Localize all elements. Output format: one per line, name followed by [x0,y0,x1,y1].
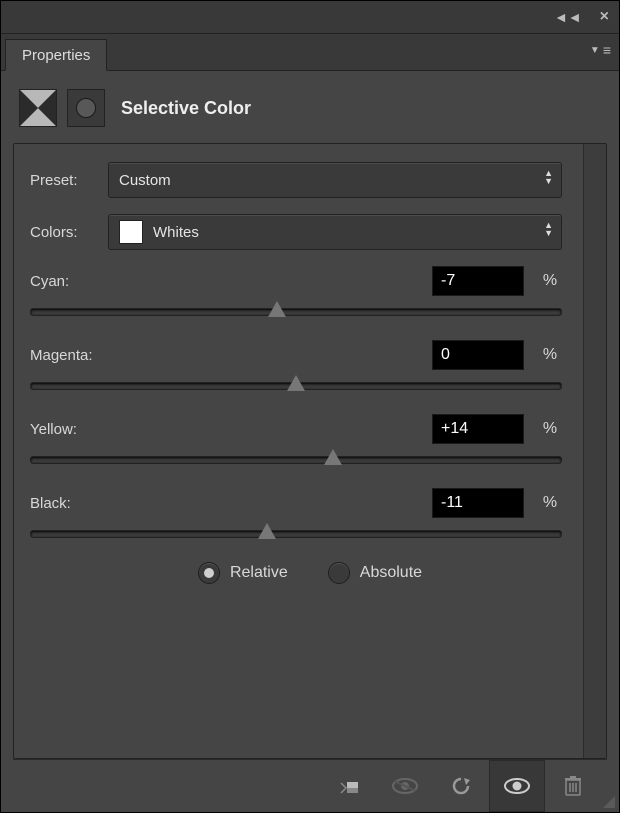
absolute-label: Absolute [360,564,422,582]
cyan-unit: % [538,272,562,290]
yellow-unit: % [538,420,562,438]
magenta-unit: % [538,346,562,364]
tab-bar: Properties ▼≡ [1,34,619,71]
magenta-thumb[interactable] [287,375,305,391]
selective-color-icon [19,89,57,127]
cyan-input[interactable] [432,266,524,296]
cyan-thumb[interactable] [268,301,286,317]
delete-button[interactable] [545,760,601,812]
adjustment-title: Selective Color [121,98,251,119]
layer-mask-icon[interactable] [67,89,105,127]
reset-button[interactable] [433,760,489,812]
updown-icon: ▲▼ [544,221,553,237]
colors-select[interactable]: Whites ▲▼ [108,214,562,250]
black-input[interactable] [432,488,524,518]
magenta-slider[interactable] [30,378,562,392]
close-icon[interactable]: × [600,8,609,26]
black-slider[interactable] [30,526,562,540]
colors-value: Whites [153,224,199,241]
updown-icon: ▲▼ [544,169,553,185]
preset-value: Custom [119,172,171,189]
toggle-visibility-button[interactable] [489,760,545,812]
preset-label: Preset: [30,172,108,189]
properties-panel: ◄◄ × Properties ▼≡ Selective Color [0,0,620,813]
mode-radio-group: Relative Absolute [14,562,606,584]
radio-checked-icon [204,568,214,578]
colors-label: Colors: [30,224,108,241]
collapse-icon[interactable]: ◄◄ [554,9,582,25]
colors-swatch [119,220,143,244]
magenta-input[interactable] [432,340,524,370]
adjustment-title-row: Selective Color [13,85,607,143]
yellow-input[interactable] [432,414,524,444]
relative-label: Relative [230,564,288,582]
preset-select[interactable]: Custom ▲▼ [108,162,562,198]
cyan-slider[interactable] [30,304,562,318]
view-previous-button[interactable] [377,760,433,812]
settings-area: Preset: Custom ▲▼ Colors: Whites ▲▼ [13,143,607,759]
magenta-label: Magenta: [30,347,93,364]
cyan-label: Cyan: [30,273,69,290]
absolute-radio[interactable]: Absolute [328,562,422,584]
tab-properties[interactable]: Properties [5,39,107,71]
panel-footer [13,759,607,812]
panel-titlebar: ◄◄ × [1,1,619,34]
scrollbar-gutter[interactable] [583,144,606,758]
yellow-label: Yellow: [30,421,77,438]
clip-to-layer-button[interactable] [321,760,377,812]
black-label: Black: [30,495,71,512]
resize-grip-icon[interactable] [602,795,616,809]
yellow-slider[interactable] [30,452,562,466]
black-thumb[interactable] [258,523,276,539]
panel-menu-icon[interactable]: ▼≡ [590,42,609,58]
panel-content: Selective Color Preset: Custom ▲▼ Colors… [1,71,619,812]
black-unit: % [538,494,562,512]
yellow-thumb[interactable] [324,449,342,465]
relative-radio[interactable]: Relative [198,562,288,584]
